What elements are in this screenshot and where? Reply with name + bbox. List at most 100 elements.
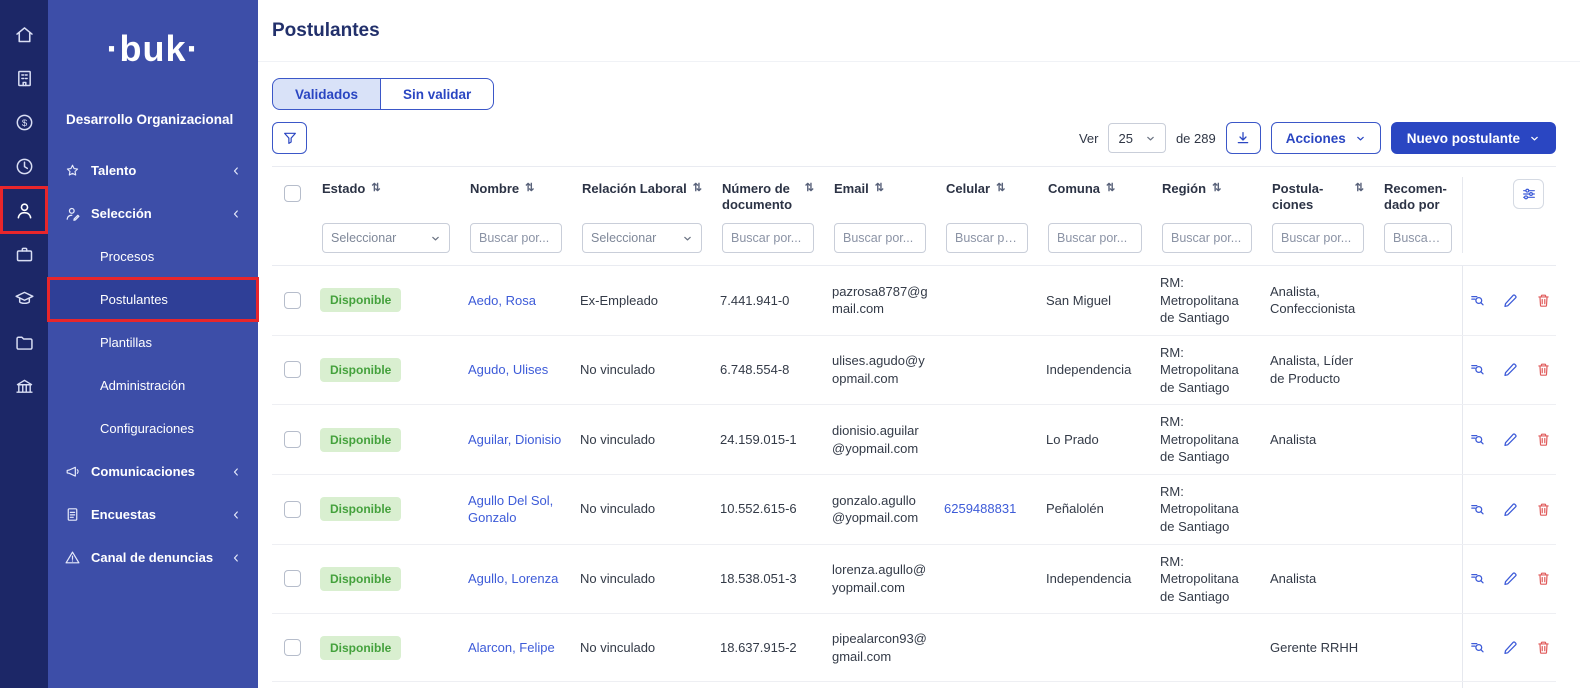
row-checkbox[interactable] <box>283 500 301 518</box>
sidebar-item-procesos[interactable]: Procesos <box>48 235 258 278</box>
select-all-checkbox[interactable] <box>283 185 301 202</box>
sidebar-item-configuraciones[interactable]: Configuraciones <box>48 407 258 450</box>
celular-link[interactable]: 6259488831 <box>944 501 1016 516</box>
column-settings-button[interactable] <box>1513 179 1544 209</box>
row-checkbox[interactable] <box>283 431 301 449</box>
sidebar-item-plantillas[interactable]: Plantillas <box>48 321 258 364</box>
estado-badge: Disponible <box>320 357 402 383</box>
view-details-button[interactable] <box>1468 499 1488 519</box>
sidebar-item-label: Encuestas <box>91 507 157 522</box>
column-label[interactable]: Nombre <box>470 181 519 197</box>
column-filter-input[interactable] <box>834 223 926 253</box>
column-label[interactable]: Celular <box>946 181 990 197</box>
sort-icon[interactable]: ⇅ <box>1106 182 1115 196</box>
search-list-icon <box>1471 435 1484 445</box>
row-checkbox[interactable] <box>283 639 301 657</box>
column-filter-input[interactable] <box>722 223 814 253</box>
row-checkbox[interactable] <box>283 361 301 379</box>
estado-badge: Disponible <box>320 635 402 660</box>
main-content: Postulantes Validados Sin validar Ver 25… <box>258 0 1580 688</box>
column-label[interactable]: Región <box>1162 181 1206 197</box>
sort-icon[interactable]: ⇅ <box>1355 182 1364 196</box>
tab-sin-validar[interactable]: Sin validar <box>381 78 495 110</box>
seleccion-submenu: Procesos Postulantes Plantillas Administ… <box>47 235 259 450</box>
view-details-button[interactable] <box>1468 360 1488 380</box>
rail-item-beneficios[interactable] <box>2 364 46 408</box>
rail-item-home[interactable] <box>2 12 46 56</box>
view-details-button[interactable] <box>1468 638 1488 658</box>
delete-button[interactable] <box>1534 638 1554 658</box>
sidebar-item-talento[interactable]: Talento <box>48 149 258 192</box>
view-details-button[interactable] <box>1468 569 1488 589</box>
sort-icon[interactable]: ⇅ <box>875 182 884 196</box>
edit-button[interactable] <box>1501 430 1521 450</box>
column-label[interactable]: Postula-ciones <box>1272 181 1349 214</box>
column-label[interactable]: Comuna <box>1048 181 1100 197</box>
rail-item-seleccion[interactable] <box>0 186 48 234</box>
column-label[interactable]: Recomen-dado por <box>1384 181 1452 214</box>
column-label[interactable]: Estado <box>322 181 365 197</box>
sidebar-item-administracion[interactable]: Administración <box>48 364 258 407</box>
nombre-link[interactable]: Agullo Del Sol, Gonzalo <box>468 493 553 526</box>
sidebar-item-comunicaciones[interactable]: Comunicaciones <box>48 450 258 493</box>
column-filter-input[interactable] <box>1384 223 1452 253</box>
delete-button[interactable] <box>1534 569 1554 589</box>
numero-documento-cell: 18.538.051-3 <box>720 571 797 587</box>
column-filter-input[interactable] <box>1162 223 1252 253</box>
edit-button[interactable] <box>1501 569 1521 589</box>
delete-button[interactable] <box>1534 360 1554 380</box>
row-checkbox[interactable] <box>283 291 301 309</box>
sort-icon[interactable]: ⇅ <box>805 182 814 196</box>
column-label[interactable]: Email <box>834 181 869 197</box>
row-checkbox[interactable] <box>283 570 301 588</box>
sidebar-item-seleccion[interactable]: Selección <box>48 192 258 235</box>
acciones-button[interactable]: Acciones <box>1270 122 1381 154</box>
column-filter-input[interactable] <box>470 223 562 253</box>
column-filter-select[interactable]: Seleccionar <box>322 223 450 253</box>
edit-button[interactable] <box>1501 499 1521 519</box>
sidebar-item-encuestas[interactable]: Encuestas <box>48 493 258 536</box>
sort-icon[interactable]: ⇅ <box>996 182 1005 196</box>
sort-icon[interactable]: ⇅ <box>693 182 702 196</box>
sidebar-item-postulantes[interactable]: Postulantes <box>47 277 259 322</box>
sort-icon[interactable]: ⇅ <box>1212 182 1221 196</box>
delete-button[interactable] <box>1534 290 1554 310</box>
bank-icon <box>15 379 33 393</box>
column-filter-input[interactable] <box>946 223 1028 253</box>
column-filter-input[interactable] <box>1048 223 1142 253</box>
tab-validados[interactable]: Validados <box>272 78 382 110</box>
edit-button[interactable] <box>1501 360 1521 380</box>
nombre-link[interactable]: Agudo, Ulises <box>468 362 548 377</box>
nombre-link[interactable]: Aedo, Rosa <box>468 293 536 308</box>
delete-button[interactable] <box>1534 499 1554 519</box>
rail-item-documentos[interactable] <box>2 320 46 364</box>
delete-button[interactable] <box>1534 430 1554 450</box>
column-label[interactable]: Número de documento <box>722 181 799 214</box>
rail-item-remuneraciones[interactable]: $ <box>2 100 46 144</box>
view-details-button[interactable] <box>1468 430 1488 450</box>
nombre-link[interactable]: Aguilar, Dionisio <box>468 432 561 447</box>
nuevo-postulante-button[interactable]: Nuevo postulante <box>1390 122 1556 154</box>
column-filter-input[interactable] <box>1272 223 1364 253</box>
filter-button[interactable] <box>272 122 307 154</box>
relacion-laboral-cell: No vinculado <box>580 362 656 378</box>
page-size-select[interactable]: 25 <box>1108 123 1166 153</box>
edit-button[interactable] <box>1501 638 1521 658</box>
rail-item-capacitaciones[interactable] <box>2 276 46 320</box>
sort-icon[interactable]: ⇅ <box>371 182 380 196</box>
view-details-button[interactable] <box>1468 290 1488 310</box>
download-button[interactable] <box>1225 122 1261 154</box>
rail-item-briefcase[interactable] <box>2 232 46 276</box>
sidebar: ·buk· Desarrollo Organizacional Talento … <box>47 0 259 688</box>
nombre-link[interactable]: Alarcon, Felipe <box>468 640 555 655</box>
trash-icon <box>1538 433 1549 446</box>
region-cell: RM: Metropolitana de Santiago <box>1160 414 1239 465</box>
column-filter-select[interactable]: Seleccionar <box>582 223 702 253</box>
sort-icon[interactable]: ⇅ <box>525 182 534 196</box>
edit-button[interactable] <box>1501 290 1521 310</box>
rail-item-company[interactable] <box>2 56 46 100</box>
sidebar-item-canal-denuncias[interactable]: Canal de denuncias <box>48 536 258 579</box>
nombre-link[interactable]: Agullo, Lorenza <box>468 571 558 586</box>
rail-item-historial[interactable] <box>2 144 46 188</box>
column-label[interactable]: Relación Laboral <box>582 181 687 197</box>
